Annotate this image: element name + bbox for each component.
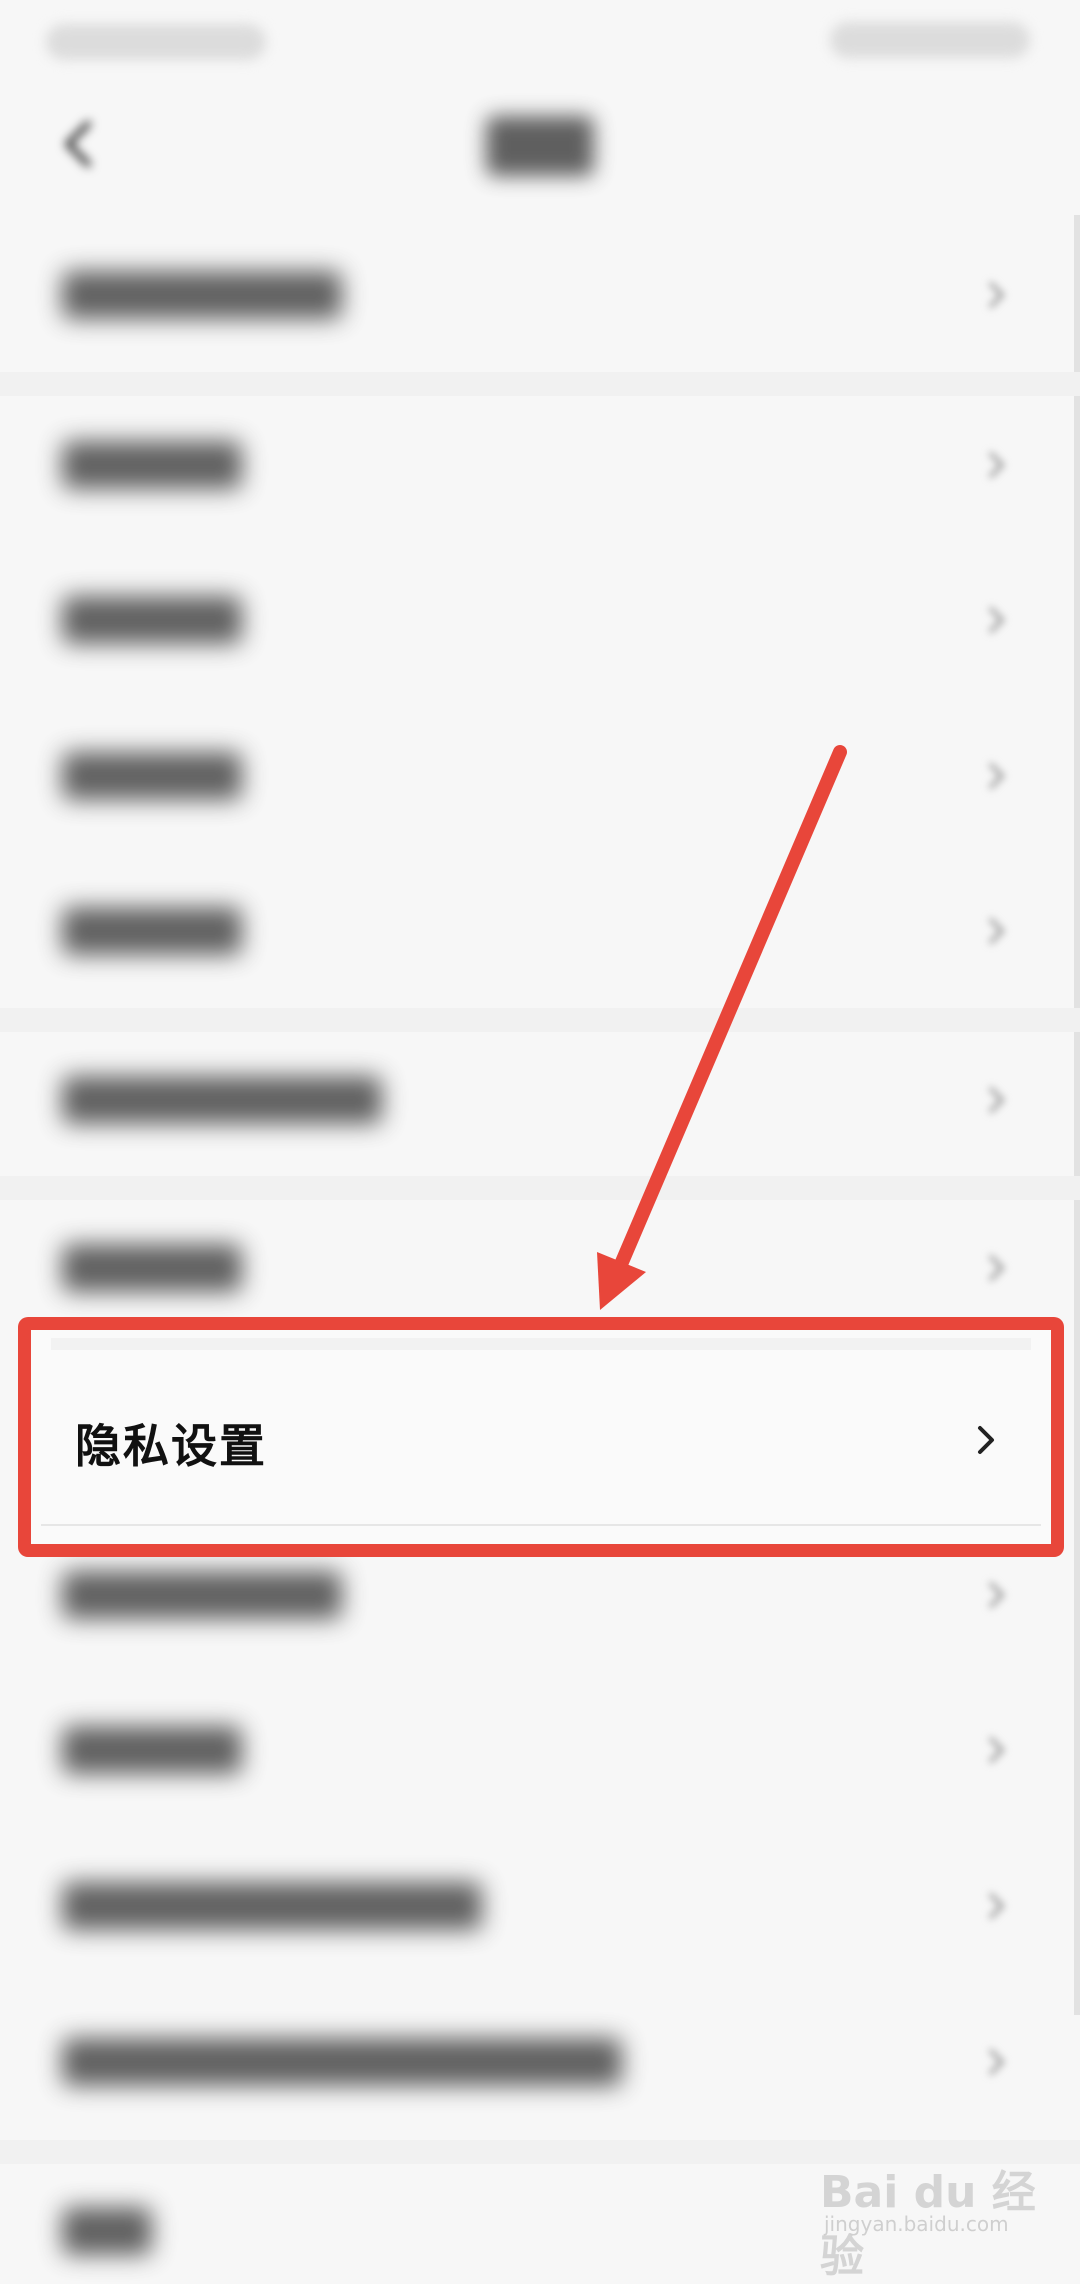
list-item-label-blurred: [62, 596, 242, 644]
list-item-label-blurred: [62, 907, 242, 955]
list-item-label-blurred: [62, 1076, 382, 1124]
chevron-right-icon: [982, 913, 1010, 949]
watermark-sub: jingyan.baidu.com: [824, 2212, 1009, 2236]
chevron-right-icon: [982, 602, 1010, 638]
list-item-label-blurred: [62, 1571, 342, 1619]
list-item-blurred[interactable]: [0, 385, 1080, 541]
chevron-right-icon: [982, 277, 1010, 313]
list-item-blurred[interactable]: [0, 851, 1080, 1007]
list-item-blurred[interactable]: [0, 1826, 1080, 1982]
list-item-label-blurred: [62, 1244, 242, 1292]
baidu-watermark: Bai du 经验 jingyan.baidu.com: [820, 2126, 1050, 2282]
list-item-blurred[interactable]: [0, 1670, 1080, 1826]
chevron-right-icon: [982, 1577, 1010, 1613]
list-item-blurred[interactable]: [0, 540, 1080, 696]
list-item-blurred[interactable]: [0, 1020, 1080, 1176]
list-item-label-blurred: [62, 2207, 152, 2255]
list-item-label-blurred: [62, 1882, 482, 1930]
chevron-right-icon: [982, 447, 1010, 483]
list-item-privacy-settings[interactable]: 隐私设置: [31, 1370, 1051, 1520]
list-item-label-blurred: [62, 271, 342, 319]
group-separator: [51, 1338, 1031, 1350]
settings-list: [0, 0, 1080, 2255]
divider: [41, 1524, 1041, 1526]
chevron-right-icon: [982, 758, 1010, 794]
list-item-label-blurred: [62, 1726, 242, 1774]
chevron-right-icon: [982, 1250, 1010, 1286]
chevron-right-icon: [982, 1082, 1010, 1118]
list-item-blurred[interactable]: [0, 696, 1080, 852]
list-item-label-blurred: [62, 2038, 622, 2086]
list-item-blurred[interactable]: [0, 1982, 1080, 2138]
highlight-box: 隐私设置: [18, 1317, 1064, 1557]
list-item-blurred[interactable]: [0, 215, 1080, 371]
privacy-settings-label: 隐私设置: [75, 1419, 267, 1473]
chevron-right-icon: [982, 2044, 1010, 2080]
chevron-right-icon: [971, 1420, 1001, 1460]
chevron-right-icon: [982, 1732, 1010, 1768]
chevron-right-icon: [982, 1888, 1010, 1924]
list-item-label-blurred: [62, 441, 242, 489]
list-item-label-blurred: [62, 752, 242, 800]
